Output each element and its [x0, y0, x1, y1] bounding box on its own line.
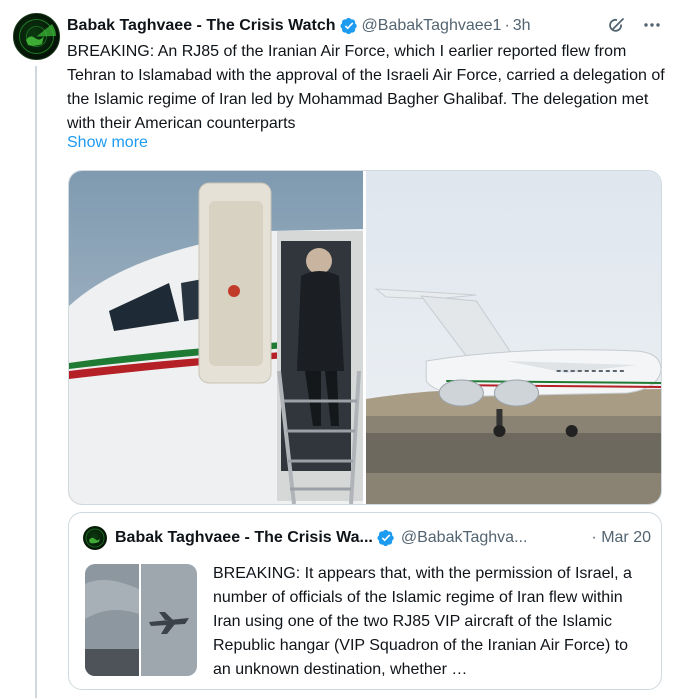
tweet-text: BREAKING: An RJ85 of the Iranian Air For…	[67, 43, 665, 132]
quote-author-name[interactable]: Babak Taghvaee - The Crisis Wa...	[115, 529, 373, 547]
quote-avatar[interactable]	[83, 526, 107, 550]
author-handle[interactable]: @BabakTaghvaee1	[362, 17, 502, 35]
quote-time[interactable]: · Mar 20	[591, 529, 651, 547]
media-grid	[68, 170, 662, 505]
tweet-time[interactable]: 3h	[513, 17, 531, 35]
quote-text: BREAKING: It appears that, with the perm…	[213, 565, 632, 678]
thread-line	[35, 66, 37, 698]
quote-photo-2	[141, 564, 197, 676]
quote-author-handle[interactable]: @BabakTaghva...	[401, 529, 528, 547]
grok-icon[interactable]	[608, 15, 628, 35]
author-name[interactable]: Babak Taghvaee - The Crisis Watch	[67, 17, 336, 35]
separator-dot: ·	[504, 17, 510, 34]
tweet-header: Babak Taghvaee - The Crisis Watch @Babak…	[67, 15, 672, 37]
media-photo-2[interactable]	[366, 171, 661, 504]
media-photo-1[interactable]	[69, 171, 363, 504]
quote-photo-1	[85, 564, 139, 676]
more-options-icon[interactable]	[642, 15, 662, 35]
verified-badge-icon	[340, 17, 358, 35]
quote-header: Babak Taghvaee - The Crisis Wa... @Babak…	[83, 526, 651, 550]
avatar[interactable]	[13, 13, 60, 60]
show-more-link[interactable]: Show more	[67, 131, 148, 155]
verified-badge-icon	[377, 529, 395, 547]
quoted-tweet[interactable]: Babak Taghvaee - The Crisis Wa... @Babak…	[68, 512, 662, 690]
quote-thumbnail[interactable]	[85, 564, 197, 676]
